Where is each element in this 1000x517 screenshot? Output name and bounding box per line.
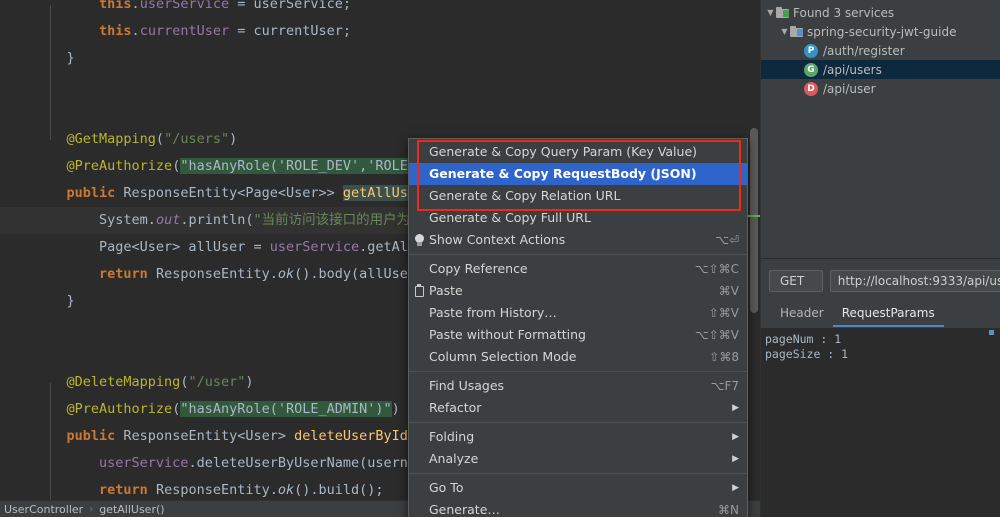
ide-window: this.userService = userService; this.cur… (0, 0, 1000, 517)
menu-item-label: Refactor (429, 397, 720, 419)
breadcrumb-separator-icon: › (89, 504, 93, 515)
http-method-label: GET (780, 274, 804, 288)
request-params-text: pageNum : 1 pageSize : 1 (765, 332, 848, 361)
menu-item-shortcut: ⇧⌘8 (695, 346, 739, 368)
code-line: } (0, 45, 748, 72)
code-line (0, 99, 748, 126)
folder-icon (776, 7, 789, 18)
module-icon (790, 26, 803, 37)
menu-item-shortcut: ⌥F7 (697, 375, 739, 397)
menu-item[interactable]: Folding▶ (409, 426, 747, 448)
code-line: this.userService = userService; (0, 0, 748, 18)
submenu-arrow-icon: ▶ (720, 477, 739, 499)
menu-item[interactable]: Generate & Copy Full URL (409, 207, 747, 229)
endpoints-tool-window: ▼Found 3 services▼spring-security-jwt-gu… (760, 0, 1000, 517)
menu-item-label: Generate… (429, 499, 704, 517)
menu-item-shortcut: ⌥⇧⌘C (681, 258, 739, 280)
tree-row-label: /api/user (823, 82, 876, 96)
menu-item-label: Go To (429, 477, 720, 499)
bulb-icon (409, 234, 429, 246)
menu-item[interactable]: Paste from History…⇧⌘V (409, 302, 747, 324)
menu-item[interactable]: Paste without Formatting⌥⇧⌘V (409, 324, 747, 346)
breadcrumb-class[interactable]: UserController (4, 503, 83, 516)
tree-row[interactable]: ▼ spring-security-jwt-guide (761, 22, 1000, 41)
http-method-selector[interactable]: GET (769, 270, 823, 292)
menu-item[interactable]: Analyze▶ (409, 448, 747, 470)
menu-item-label: Column Selection Mode (429, 346, 695, 368)
menu-item-label: Generate & Copy RequestBody (JSON) (429, 163, 739, 185)
expand-arrow-icon[interactable]: ▼ (779, 27, 790, 36)
request-line: GET http://localhost:9333/api/us (761, 269, 1000, 293)
menu-item[interactable]: Generate…⌘N (409, 499, 747, 517)
scrollbar-thumb[interactable] (750, 128, 758, 313)
menu-item[interactable]: Generate & Copy Relation URL (409, 185, 747, 207)
menu-item-label: Copy Reference (429, 258, 681, 280)
request-tab[interactable]: Header (771, 303, 833, 327)
menu-item-label: Generate & Copy Relation URL (429, 185, 739, 207)
delete-badge: D (804, 82, 818, 96)
menu-item-label: Folding (429, 426, 720, 448)
tree-row[interactable]: P/auth/register (761, 41, 1000, 60)
menu-item[interactable]: Refactor▶ (409, 397, 747, 419)
error-stripe-marker[interactable] (748, 215, 760, 217)
menu-item[interactable]: Column Selection Mode⇧⌘8 (409, 346, 747, 368)
submenu-arrow-icon: ▶ (720, 397, 739, 419)
http-request-editor: GET http://localhost:9333/api/us HeaderR… (761, 258, 1000, 517)
clipboard-icon (409, 286, 429, 297)
request-url-value: http://localhost:9333/api/us (838, 274, 1000, 288)
menu-item-shortcut: ⇧⌘V (695, 302, 739, 324)
menu-item-label: Generate & Copy Query Param (Key Value) (429, 141, 739, 163)
post-badge: P (804, 44, 818, 58)
code-line (0, 72, 748, 99)
menu-item-shortcut: ⌥⇧⌘V (681, 324, 739, 346)
tree-row[interactable]: D/api/user (761, 79, 1000, 98)
editor-vertical-scrollbar[interactable] (748, 0, 760, 500)
menu-item-label: Analyze (429, 448, 720, 470)
indent-guide (50, 383, 51, 500)
tree-row-label: /auth/register (823, 44, 905, 58)
menu-item[interactable]: Generate & Copy Query Param (Key Value) (409, 141, 747, 163)
submenu-arrow-icon: ▶ (720, 448, 739, 470)
breadcrumb-method[interactable]: getAllUser() (99, 503, 164, 516)
menu-item-label: Show Context Actions (429, 229, 701, 251)
editor-context-menu[interactable]: Generate & Copy Query Param (Key Value)G… (408, 138, 748, 517)
menu-item[interactable]: Paste⌘V (409, 280, 747, 302)
menu-separator (409, 371, 747, 372)
request-tab[interactable]: RequestParams (833, 303, 944, 327)
menu-separator (409, 254, 747, 255)
expand-arrow-icon[interactable]: ▼ (765, 8, 776, 17)
request-tabs[interactable]: HeaderRequestParams (761, 301, 1000, 327)
request-params-editor[interactable]: pageNum : 1 pageSize : 1 (761, 328, 1000, 517)
menu-separator (409, 422, 747, 423)
request-url-input[interactable]: http://localhost:9333/api/us (830, 270, 1000, 292)
menu-item[interactable]: Copy Reference⌥⇧⌘C (409, 258, 747, 280)
menu-separator (409, 473, 747, 474)
menu-item[interactable]: Go To▶ (409, 477, 747, 499)
menu-item-label: Paste (429, 280, 705, 302)
menu-item-shortcut: ⌘N (704, 499, 739, 517)
menu-item[interactable]: Show Context Actions⌥⏎ (409, 229, 747, 251)
menu-item-label: Generate & Copy Full URL (429, 207, 739, 229)
menu-item[interactable]: Find Usages⌥F7 (409, 375, 747, 397)
tree-row[interactable]: ▼ Found 3 services (761, 3, 1000, 22)
indent-guide (50, 5, 51, 140)
services-tree[interactable]: ▼Found 3 services▼spring-security-jwt-gu… (761, 0, 1000, 257)
get-badge: G (804, 63, 818, 77)
menu-item-label: Find Usages (429, 375, 697, 397)
tree-row[interactable]: G/api/users (761, 60, 1000, 79)
menu-item-label: Paste from History… (429, 302, 695, 324)
tree-row-label: /api/users (823, 63, 882, 77)
menu-item-shortcut: ⌥⏎ (701, 229, 739, 251)
menu-item-label: Paste without Formatting (429, 324, 681, 346)
menu-item-shortcut: ⌘V (705, 280, 739, 302)
tree-row-label: Found 3 services (793, 6, 894, 20)
submenu-arrow-icon: ▶ (720, 426, 739, 448)
tree-row-label: spring-security-jwt-guide (807, 25, 956, 39)
params-marker-icon (989, 330, 994, 335)
code-line: this.currentUser = currentUser; (0, 18, 748, 45)
menu-item[interactable]: Generate & Copy RequestBody (JSON) (409, 163, 747, 185)
